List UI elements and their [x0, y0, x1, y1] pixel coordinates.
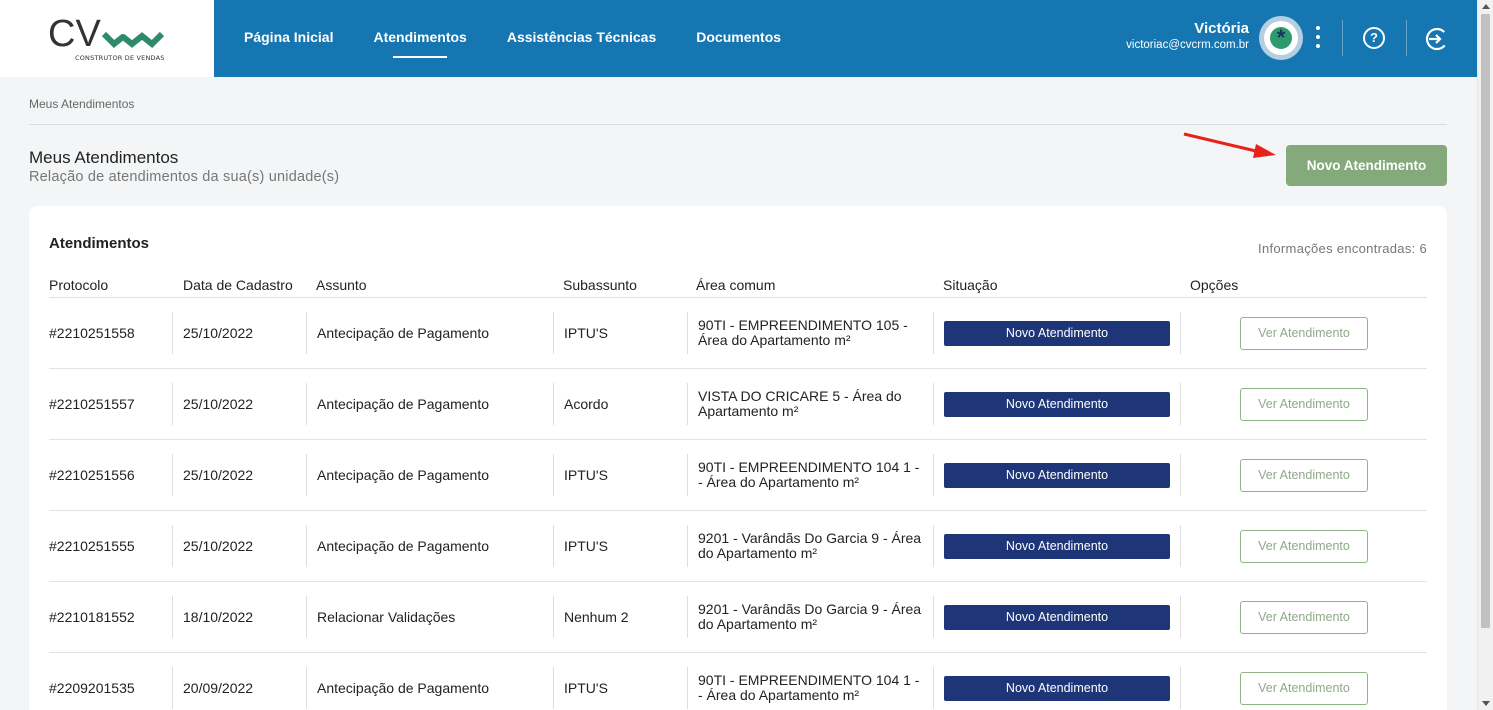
area-comum-cell: VISTA DO CRICARE 5 - Área do Apartamento… [698, 388, 902, 419]
area-comum-cell: 9201 - Varândãs Do Garcia 9 - Área do Ap… [698, 530, 922, 561]
svg-text:CV: CV [48, 14, 101, 54]
status-badge: Novo Atendimento [944, 463, 1170, 488]
col-subassunto: Subassunto [563, 277, 637, 293]
protocolo-cell: #2210181552 [49, 609, 135, 625]
status-badge: Novo Atendimento [944, 676, 1170, 701]
page-title: Meus Atendimentos [29, 148, 179, 167]
subassunto-cell: Acordo [564, 396, 609, 412]
data-cell: 25/10/2022 [183, 538, 254, 554]
main-nav: Página Inicial Atendimentos Assistências… [244, 0, 821, 77]
nav-atendimentos[interactable]: Atendimentos [373, 0, 467, 77]
assunto-cell: Antecipação de Pagamento [317, 680, 490, 696]
protocolo-cell: #2210251557 [49, 396, 135, 412]
ver-atendimento-button[interactable]: Ver Atendimento [1240, 601, 1368, 634]
col-assunto: Assunto [316, 277, 367, 293]
logo[interactable]: CV CONSTRUTOR DE VENDAS [0, 0, 214, 77]
ver-atendimento-button[interactable]: Ver Atendimento [1240, 530, 1368, 563]
assunto-cell: Relacionar Validações [317, 609, 456, 625]
ver-atendimento-button[interactable]: Ver Atendimento [1240, 317, 1368, 350]
assunto-cell: Antecipação de Pagamento [317, 396, 490, 412]
annotation-arrow-icon [1183, 132, 1276, 158]
help-icon[interactable]: ? [1363, 27, 1385, 49]
page-scrollbar[interactable] [1477, 0, 1493, 710]
scroll-thumb[interactable] [1481, 14, 1490, 628]
table-row: #2209201535 20/09/2022 Antecipação de Paga… [49, 653, 1427, 710]
ver-atendimento-button[interactable]: Ver Atendimento [1240, 388, 1368, 421]
avatar-glyph: * [1276, 25, 1286, 50]
subassunto-cell: Nenhum 2 [564, 609, 629, 625]
logo-subtitle: CONSTRUTOR DE VENDAS [75, 54, 165, 62]
area-comum-cell: 9201 - Varândãs Do Garcia 9 - Área do Ap… [698, 601, 922, 632]
results-count: Informações encontradas: 6 [1258, 241, 1427, 256]
data-cell: 18/10/2022 [183, 609, 254, 625]
divider [29, 124, 1447, 125]
logout-icon[interactable] [1425, 27, 1449, 51]
status-badge: Novo Atendimento [944, 534, 1170, 559]
protocolo-cell: #2210251558 [49, 325, 135, 341]
avatar[interactable]: * [1259, 16, 1303, 60]
col-situacao: Situação [943, 277, 998, 293]
table-row: #2210251556 25/10/2022 Antecipação de Paga… [49, 440, 1427, 511]
nav-assistencias-tecnicas[interactable]: Assistências Técnicas [507, 0, 656, 77]
breadcrumb[interactable]: Meus Atendimentos [29, 97, 134, 111]
protocolo-cell: #2210251555 [49, 538, 135, 554]
subassunto-cell: IPTU'S [564, 467, 608, 483]
kebab-icon[interactable] [1311, 25, 1325, 53]
protocolo-cell: #2210251556 [49, 467, 135, 483]
divider [1342, 20, 1343, 56]
divider [1406, 20, 1407, 56]
table-row: #2210251558 25/10/2022 Antecipação de Paga… [49, 298, 1427, 369]
data-cell: 25/10/2022 [183, 467, 254, 483]
table-header: Protocolo Data de Cadastro Assunto Subas… [49, 276, 1427, 298]
novo-atendimento-button[interactable]: Novo Atendimento [1286, 145, 1447, 186]
nav-pagina-inicial[interactable]: Página Inicial [244, 0, 333, 77]
card-title: Atendimentos [49, 235, 150, 252]
ver-atendimento-button[interactable]: Ver Atendimento [1240, 672, 1368, 705]
col-area-comum: Área comum [696, 277, 776, 293]
protocolo-cell: #2209201535 [49, 680, 135, 696]
table-row: #2210251555 25/10/2022 Antecipação de Paga… [49, 511, 1427, 582]
assunto-cell: Antecipação de Pagamento [317, 467, 490, 483]
top-navbar: CV CONSTRUTOR DE VENDAS Página Inicial A… [0, 0, 1477, 77]
subassunto-cell: IPTU'S [564, 680, 608, 696]
col-protocolo: Protocolo [49, 277, 109, 293]
scroll-up-arrow-icon[interactable] [1482, 4, 1490, 9]
user-name: Victória [1194, 20, 1249, 37]
atendimentos-card: Atendimentos Informações encontradas: 6 … [29, 206, 1447, 710]
table-row: #2210251557 25/10/2022 Antecipação de Paga… [49, 369, 1427, 440]
subassunto-cell: IPTU'S [564, 538, 608, 554]
scroll-down-arrow-icon[interactable] [1482, 701, 1490, 706]
status-badge: Novo Atendimento [944, 392, 1170, 417]
subassunto-cell: IPTU'S [564, 325, 608, 341]
ver-atendimento-button[interactable]: Ver Atendimento [1240, 459, 1368, 492]
status-badge: Novo Atendimento [944, 605, 1170, 630]
nav-documentos[interactable]: Documentos [696, 0, 781, 77]
area-comum-cell: 90TI - EMPREENDIMENTO 104 1 - - Área do … [698, 672, 920, 703]
page-subtitle: Relação de atendimentos da sua(s) unidad… [29, 169, 340, 185]
table-row: #2210181552 18/10/2022 Relacionar Validaçõ… [49, 582, 1427, 653]
area-comum-cell: 90TI - EMPREENDIMENTO 104 1 - - Área do … [698, 459, 920, 490]
data-cell: 20/09/2022 [183, 680, 254, 696]
col-opcoes: Opções [1190, 277, 1239, 293]
cv-logo-mark: CV [48, 14, 165, 54]
assunto-cell: Antecipação de Pagamento [317, 325, 490, 341]
data-cell: 25/10/2022 [183, 396, 254, 412]
status-badge: Novo Atendimento [944, 321, 1170, 346]
col-data-cadastro: Data de Cadastro [183, 277, 293, 293]
user-email: victoriac@cvcrm.com.br [1126, 39, 1249, 51]
assunto-cell: Antecipação de Pagamento [317, 538, 490, 554]
area-comum-cell: 90TI - EMPREENDIMENTO 105 - Área do Apar… [698, 317, 908, 348]
data-cell: 25/10/2022 [183, 325, 254, 341]
